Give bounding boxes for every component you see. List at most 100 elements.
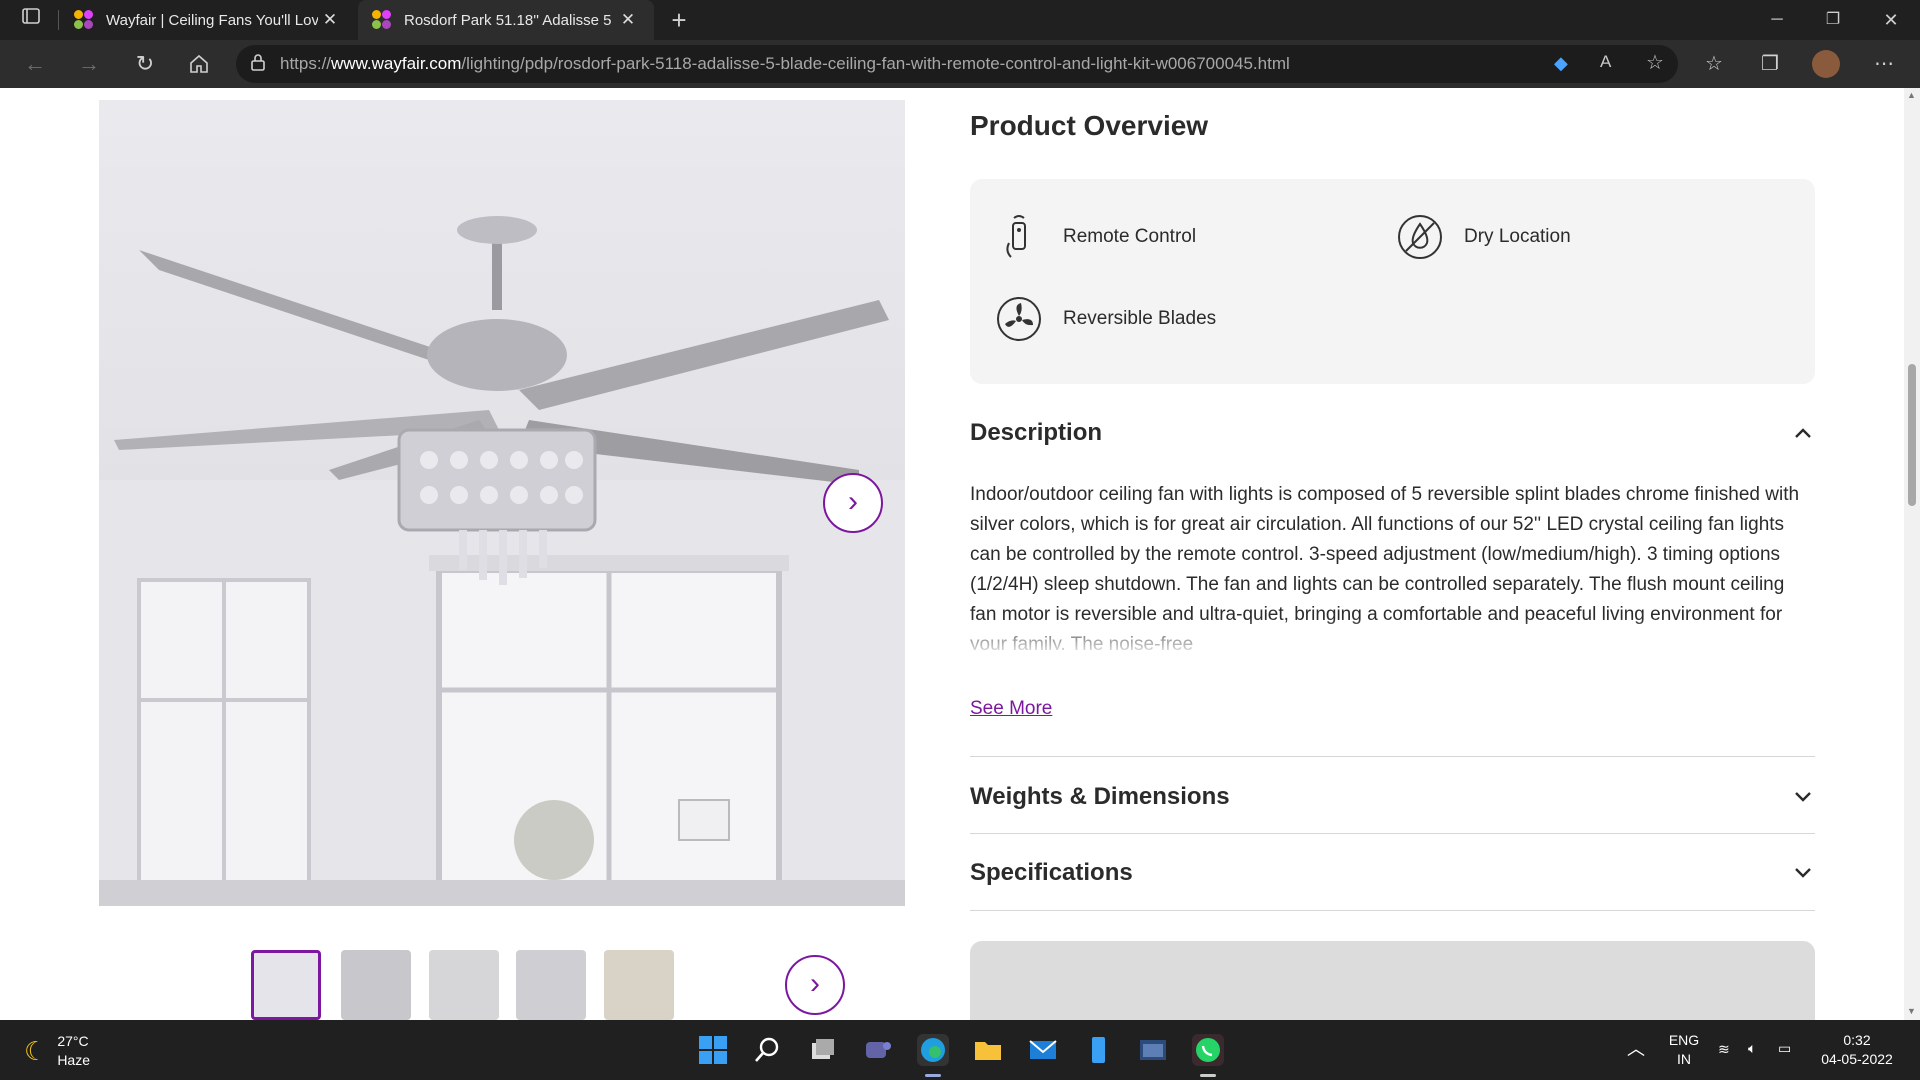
back-icon[interactable]: ← [18,48,52,80]
scroll-up-icon[interactable]: ▲ [1907,90,1916,100]
feature-label: Reversible Blades [1063,308,1217,329]
feature-label: Dry Location [1464,226,1571,247]
language-code: ENG [1668,1032,1700,1048]
favorites-icon[interactable]: ☆ [1698,48,1730,80]
thumbnail-6[interactable] [691,950,761,1020]
forward-icon[interactable]: → [72,48,106,80]
phone-link-icon[interactable] [1082,1034,1114,1066]
weather-temp: 27°C [57,1033,89,1049]
product-overview-title: Product Overview [970,110,1209,141]
language-indicator[interactable]: ENG IN [1665,1031,1703,1069]
chevron-down-icon[interactable] [1791,785,1815,809]
app-window-icon[interactable] [1137,1034,1169,1066]
running-app-indicator [1200,1074,1216,1077]
show-hidden-icons[interactable]: ︿ [1627,1040,1645,1059]
edge-icon[interactable] [917,1034,949,1066]
chevron-down-icon[interactable] [1791,861,1815,885]
read-aloud-icon[interactable]: A [1600,52,1611,72]
feature-reversible-blades: Reversible Blades [995,295,1216,343]
tab-bar: Wayfair | Ceiling Fans You'll Love ✕ Ros… [0,0,1920,40]
tab-title: Wayfair | Ceiling Fans You'll Love [106,11,318,29]
mail-icon[interactable] [1027,1034,1059,1066]
tab-rosdorf-park-fan[interactable]: Rosdorf Park 51.18'' Adalisse 5 - ✕ [358,0,654,40]
feature-label: Remote Control [1063,226,1197,247]
url-field[interactable]: https://www.wayfair.com/lighting/pdp/ros… [236,45,1678,83]
weather-desc: Haze [57,1052,90,1068]
feature-remote-control: Remote Control [995,213,1196,261]
product-page: › › Product Overview Remote Control Dry … [0,88,1904,1020]
tab-title: Rosdorf Park 51.18'' Adalisse 5 - [404,11,616,29]
lock-icon [236,53,280,76]
search-icon[interactable] [752,1034,784,1066]
reversible-blades-icon [997,297,1041,341]
thumbnails-next-button[interactable]: › [785,955,845,1015]
wayfair-favicon-icon [74,10,94,30]
wifi-icon[interactable]: ≋ [1718,1040,1730,1059]
thumbnail-5[interactable] [604,950,674,1020]
url-prefix: https:// [280,54,332,73]
remote-control-icon [1006,215,1026,258]
weather-widget[interactable]: ☾ 27°C Haze [24,1032,90,1070]
new-tab-icon[interactable]: + [662,4,696,36]
content-placeholder [970,941,1815,1020]
feature-highlights: Remote Control Dry Location Reversible B… [970,179,1815,384]
browser-chrome: Wayfair | Ceiling Fans You'll Love ✕ Ros… [0,0,1920,88]
windows-taskbar: ☾ 27°C Haze ︿ ENG IN ≋ 🔈︎ ▭ 0:32 04-05-2… [0,1020,1920,1080]
section-divider [970,910,1815,911]
whatsapp-icon[interactable] [1192,1034,1224,1066]
thumbnail-1[interactable] [251,950,321,1020]
url-path: /lighting/pdp/rosdorf-park-5118-adalisse… [461,54,1290,73]
moon-icon: ☾ [24,1035,48,1066]
restore-icon[interactable]: ❐ [1816,4,1850,36]
close-window-icon[interactable]: ✕ [1874,4,1908,36]
minimize-icon[interactable]: ─ [1760,4,1794,36]
image-next-button[interactable]: › [823,473,883,533]
region-code: IN [1677,1051,1691,1067]
dry-location-icon [1398,215,1442,259]
clock-time: 0:32 [1843,1032,1871,1048]
page-scrollbar[interactable]: ▲ ▼ [1904,88,1920,1020]
volume-icon[interactable]: 🔈︎ [1748,1039,1756,1058]
file-explorer-icon[interactable] [972,1034,1004,1066]
task-view-icon[interactable] [807,1034,839,1066]
wayfair-favicon-icon [372,10,392,30]
section-divider [970,833,1815,834]
settings-more-icon[interactable]: ⋯ [1868,48,1900,80]
teams-chat-icon[interactable] [862,1034,894,1066]
specifications-header[interactable]: Specifications [970,853,1815,893]
weights-dimensions-header[interactable]: Weights & Dimensions [970,777,1815,817]
refresh-icon[interactable]: ↻ [128,48,162,80]
scrollbar-thumb[interactable] [1908,364,1916,506]
thumbnail-3[interactable] [429,950,499,1020]
scroll-down-icon[interactable]: ▼ [1907,1006,1916,1016]
tab-actions-icon[interactable] [14,4,48,36]
clock-date: 04-05-2022 [1821,1051,1893,1067]
start-icon[interactable] [697,1034,729,1066]
coupon-tag-icon[interactable]: ◆ [1554,53,1568,74]
add-favorite-icon[interactable]: ☆ [1646,50,1664,75]
section-divider [970,756,1815,757]
feature-dry-location: Dry Location [1396,213,1571,261]
close-tab-icon[interactable]: ✕ [318,10,342,30]
battery-icon[interactable]: ▭ [1778,1039,1791,1058]
product-main-image[interactable]: › [99,100,905,906]
profile-avatar[interactable] [1810,48,1842,80]
weights-dimensions-heading: Weights & Dimensions [970,783,1230,810]
tab-wayfair-ceiling-fans[interactable]: Wayfair | Ceiling Fans You'll Love ✕ [60,0,356,40]
thumbnail-4[interactable] [516,950,586,1020]
close-tab-icon[interactable]: ✕ [616,10,640,30]
chevron-up-icon[interactable] [1791,421,1815,445]
active-app-indicator [925,1074,941,1077]
see-more-link[interactable]: See More [970,698,1052,720]
description-fade [970,618,1815,658]
clock[interactable]: 0:32 04-05-2022 [1814,1031,1900,1069]
tab-separator [58,10,59,30]
description-header[interactable]: Description [970,413,1815,453]
description-heading: Description [970,419,1103,446]
home-icon[interactable] [182,48,216,80]
specifications-heading: Specifications [970,859,1133,886]
address-bar-row: ← → ↻ https://www.wayfair.com/lighting/p… [0,40,1920,88]
collections-icon[interactable]: ❐ [1754,48,1786,80]
url-host: www.wayfair.com [331,54,462,73]
thumbnail-2[interactable] [341,950,411,1020]
